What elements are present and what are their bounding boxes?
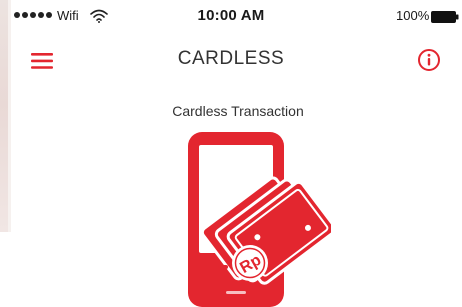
section-subtitle: Cardless Transaction — [172, 103, 304, 119]
app-screen: Wifi 10:00 AM 100% CARDLESS Cardless Tra… — [0, 0, 462, 307]
status-time: 10:00 AM — [197, 7, 265, 24]
battery-percentage: 100% — [396, 8, 430, 23]
navigation-bar: CARDLESS — [0, 34, 462, 84]
info-circle-icon[interactable] — [417, 48, 441, 72]
page-title: CARDLESS — [177, 48, 285, 69]
status-bar: Wifi 10:00 AM 100% — [0, 0, 462, 34]
phone-with-money-icon: Rp — [188, 132, 331, 307]
battery-icon — [431, 11, 459, 23]
